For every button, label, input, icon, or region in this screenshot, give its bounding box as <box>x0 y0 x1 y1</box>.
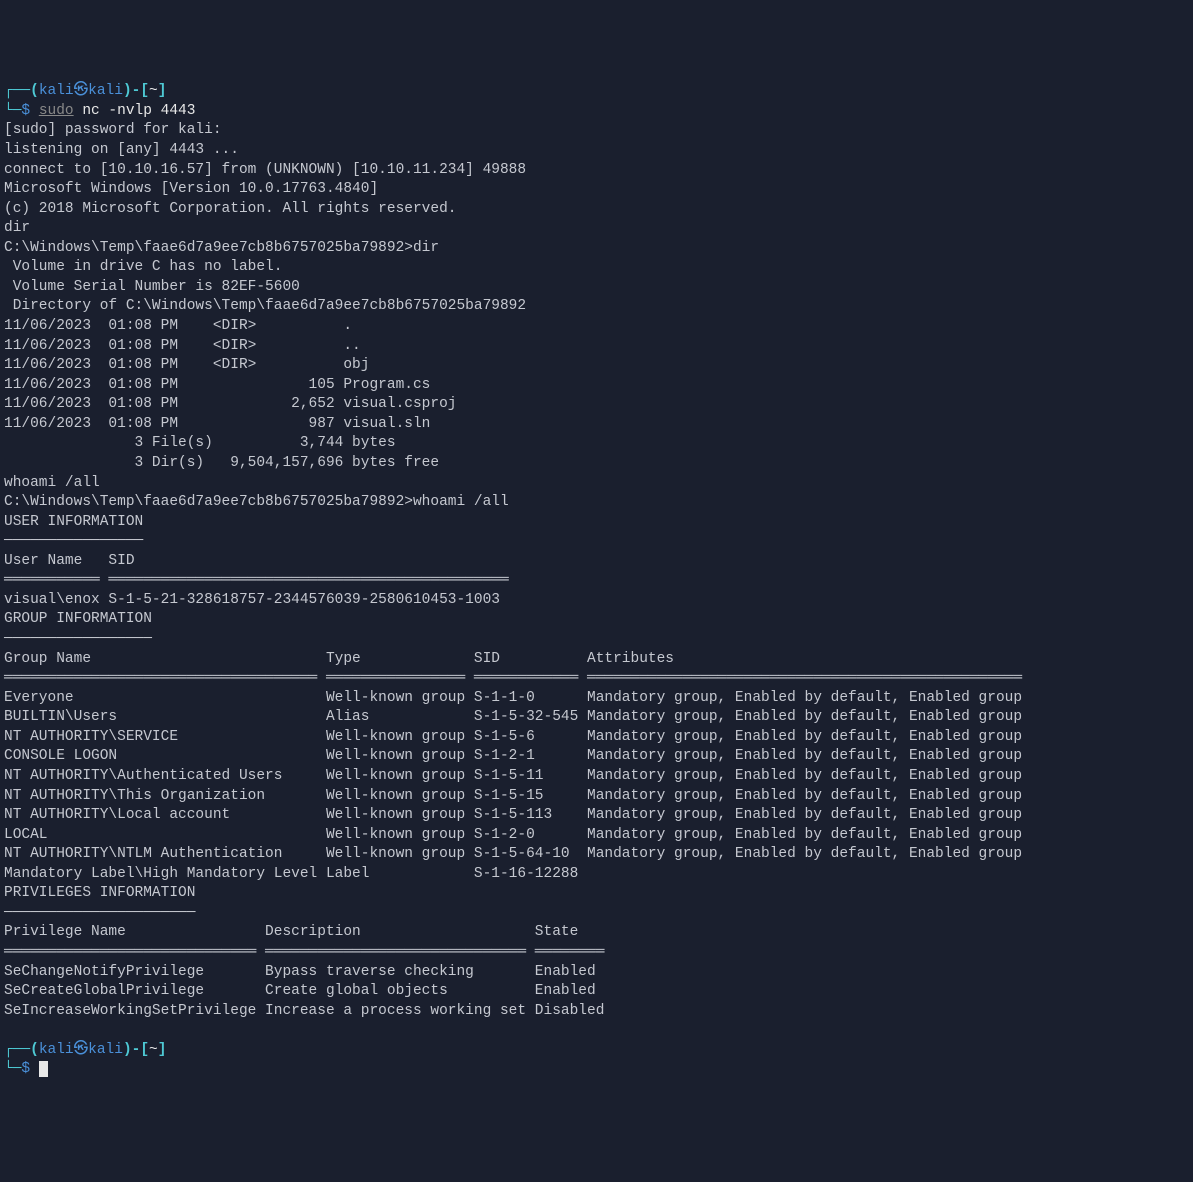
output-line: SeChangeNotifyPrivilege Bypass traverse … <box>4 964 604 980</box>
output-line: Everyone Well-known group S-1-1-0 Mandat… <box>4 690 1022 706</box>
prompt-line-2[interactable]: └─$ <box>4 1060 1189 1080</box>
output-line: C:\Windows\Temp\faae6d7a9ee7cb8b6757025b… <box>4 494 509 510</box>
output-line: Privilege Name Description State <box>4 924 604 940</box>
prompt-line-1: ┌──(kali㉿kali)-[~] <box>4 1041 1189 1061</box>
output-line: 11/06/2023 01:08 PM 987 visual.sln <box>4 416 430 432</box>
output-line: 11/06/2023 01:08 PM <DIR> . <box>4 318 352 334</box>
prompt-host: kali <box>88 1042 123 1058</box>
output-line: Directory of C:\Windows\Temp\faae6d7a9ee… <box>4 298 526 314</box>
prompt-line2-prefix: └─ <box>4 103 21 119</box>
prompt-user: kali <box>39 1042 74 1058</box>
output-line: Group Name Type SID Attributes <box>4 651 1022 667</box>
prompt-line2-prefix: └─ <box>4 1061 21 1077</box>
output-line: USER INFORMATION <box>4 514 143 530</box>
output-line: SeCreateGlobalPrivilege Create global ob… <box>4 983 604 999</box>
prompt-line-2: └─$ sudo nc -nvlp 4443 <box>4 102 1189 122</box>
output-line: 11/06/2023 01:08 PM 2,652 visual.csproj <box>4 396 456 412</box>
terminal-output[interactable]: ┌──(kali㉿kali)-[~]└─$ sudo nc -nvlp 4443… <box>4 82 1189 1080</box>
prompt-host: kali <box>88 83 123 99</box>
output-line: ═════════════════════════════ ══════════… <box>4 944 604 960</box>
output-line: ════════════════════════════════════ ═══… <box>4 670 1022 686</box>
output-line: SeIncreaseWorkingSetPrivilege Increase a… <box>4 1003 604 1019</box>
cursor-icon <box>39 1061 48 1077</box>
output-line: NT AUTHORITY\SERVICE Well-known group S-… <box>4 729 1022 745</box>
output-line: 11/06/2023 01:08 PM <DIR> .. <box>4 338 361 354</box>
output-line: listening on [any] 4443 ... <box>4 142 239 158</box>
prompt-decorator-close: )-[ <box>123 83 149 99</box>
output-line: NT AUTHORITY\Authenticated Users Well-kn… <box>4 768 1022 784</box>
prompt-decorator: ┌──( <box>4 83 39 99</box>
output-line: Volume Serial Number is 82EF-5600 <box>4 279 300 295</box>
skull-icon: ㉿ <box>74 83 89 99</box>
prompt-end-bracket: ] <box>158 1042 167 1058</box>
output-line: ───────────────── <box>4 631 152 647</box>
output-line: ──────────────── <box>4 533 143 549</box>
command-rest: nc -nvlp 4443 <box>74 103 196 119</box>
output-line: 11/06/2023 01:08 PM <DIR> obj <box>4 357 369 373</box>
prompt-dollar: $ <box>21 103 30 119</box>
prompt-line-1: ┌──(kali㉿kali)-[~] <box>4 82 1189 102</box>
prompt-decorator: ┌──( <box>4 1042 39 1058</box>
prompt-cwd: ~ <box>149 1042 158 1058</box>
output-line: 3 File(s) 3,744 bytes <box>4 435 396 451</box>
output-line: User Name SID <box>4 553 509 569</box>
output-line: Mandatory Label\High Mandatory Level Lab… <box>4 866 1022 882</box>
output-line: connect to [10.10.16.57] from (UNKNOWN) … <box>4 162 526 178</box>
output-line: NT AUTHORITY\Local account Well-known gr… <box>4 807 1022 823</box>
output-line: dir <box>4 220 30 236</box>
output-line: NT AUTHORITY\NTLM Authentication Well-kn… <box>4 846 1022 862</box>
command-sudo: sudo <box>39 103 74 119</box>
output-line: visual\enox S-1-5-21-328618757-234457603… <box>4 592 509 608</box>
output-line: PRIVILEGES INFORMATION <box>4 885 195 901</box>
prompt-end-bracket: ] <box>158 83 167 99</box>
output-line: Microsoft Windows [Version 10.0.17763.48… <box>4 181 378 197</box>
output-line: C:\Windows\Temp\faae6d7a9ee7cb8b6757025b… <box>4 240 439 256</box>
output-line: 3 Dir(s) 9,504,157,696 bytes free <box>4 455 439 471</box>
prompt-cwd: ~ <box>149 83 158 99</box>
output-line: [sudo] password for kali: <box>4 122 230 138</box>
output-line: GROUP INFORMATION <box>4 611 152 627</box>
output-line: CONSOLE LOGON Well-known group S-1-2-1 M… <box>4 748 1022 764</box>
output-line: (c) 2018 Microsoft Corporation. All righ… <box>4 201 456 217</box>
output-line: ────────────────────── <box>4 905 195 921</box>
output-line: Volume in drive C has no label. <box>4 259 282 275</box>
prompt-dollar: $ <box>21 1061 30 1077</box>
output-line: NT AUTHORITY\This Organization Well-know… <box>4 788 1022 804</box>
prompt-user: kali <box>39 83 74 99</box>
skull-icon: ㉿ <box>74 1042 89 1058</box>
output-line: BUILTIN\Users Alias S-1-5-32-545 Mandato… <box>4 709 1022 725</box>
output-line: ═══════════ ════════════════════════════… <box>4 572 509 588</box>
output-line: 11/06/2023 01:08 PM 105 Program.cs <box>4 377 430 393</box>
output-line: whoami /all <box>4 475 100 491</box>
prompt-decorator-close: )-[ <box>123 1042 149 1058</box>
output-line: LOCAL Well-known group S-1-2-0 Mandatory… <box>4 827 1022 843</box>
